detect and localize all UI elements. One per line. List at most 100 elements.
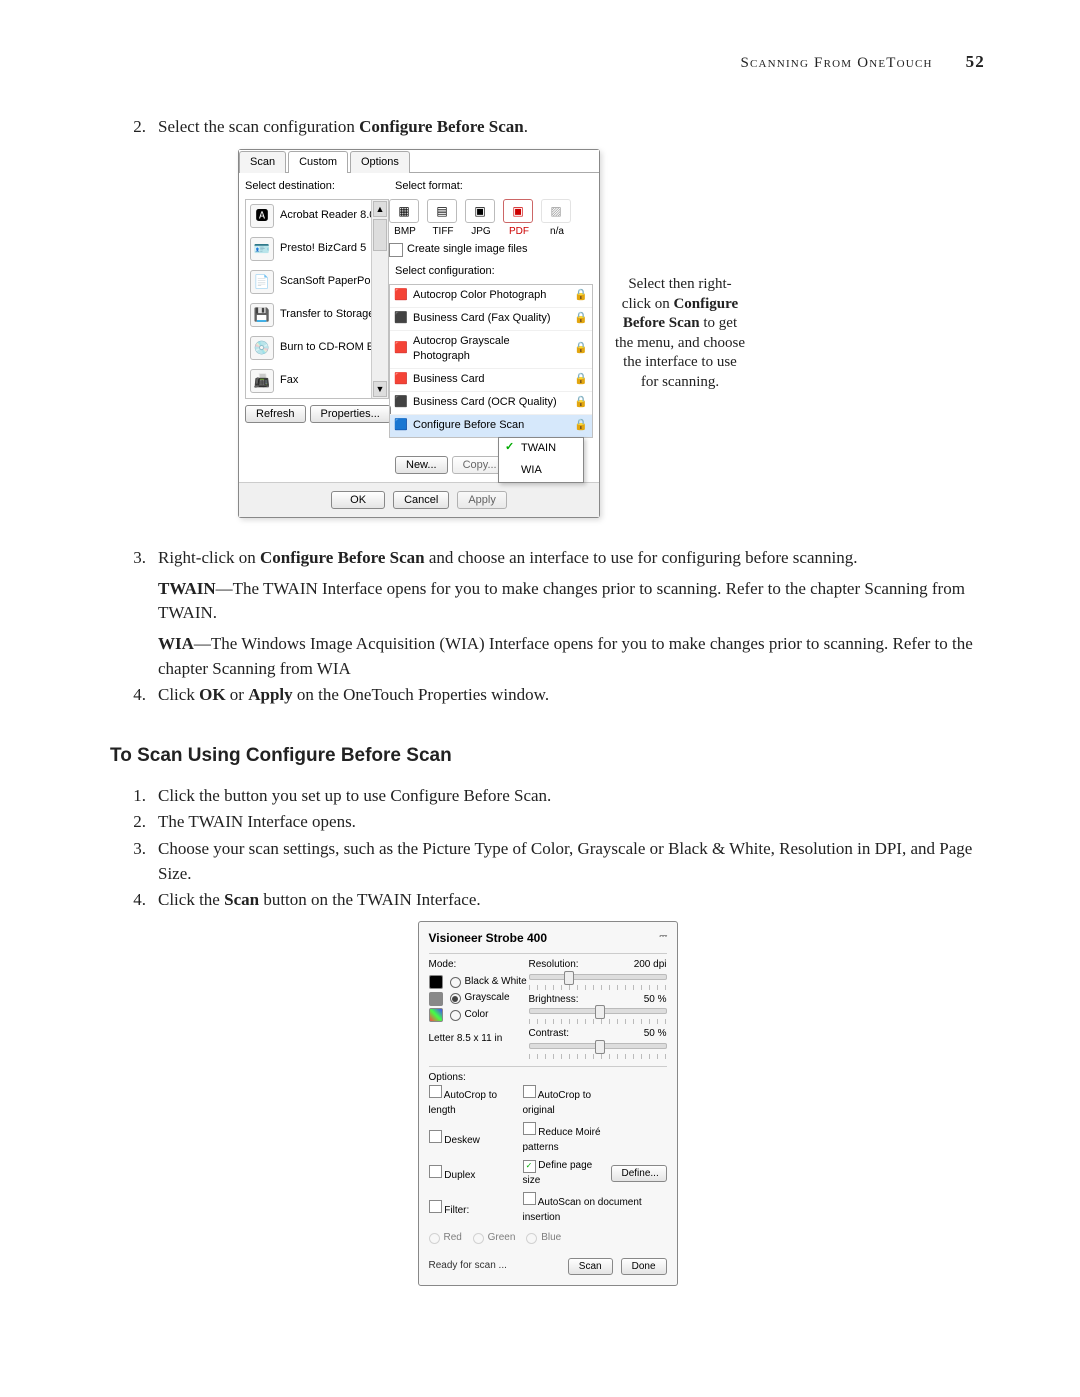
pdf-icon: 🅰 — [250, 204, 274, 228]
ss3-num: 3. — [110, 837, 158, 886]
config-item[interactable]: 🟥Autocrop Grayscale Photograph🔒 — [390, 331, 592, 370]
opt-autocrop-orig[interactable]: AutoCrop to original — [523, 1085, 611, 1118]
ss2: 2.The TWAIN Interface opens. — [110, 810, 985, 835]
opt-dpx: Duplex — [444, 1170, 475, 1181]
format-label: Select format: — [395, 179, 593, 195]
subheading: To Scan Using Configure Before Scan — [110, 742, 985, 770]
new-button[interactable]: New... — [395, 456, 448, 474]
opt-ats: AutoScan on document insertion — [523, 1197, 642, 1223]
status-text: Ready for scan ... — [429, 1259, 560, 1274]
opt-dsk: Deskew — [444, 1135, 480, 1146]
config-item[interactable]: 🟥Autocrop Color Photograph🔒 — [390, 285, 592, 308]
fmt-tiff: TIFF — [427, 225, 459, 240]
bmp-icon[interactable]: ▦ — [389, 199, 419, 223]
fax-icon: ⬛ — [394, 312, 408, 326]
step2-bold: Configure Before Scan — [359, 117, 524, 136]
opt-autocrop-len[interactable]: AutoCrop to length — [429, 1085, 523, 1118]
onetouch-dialog: Scan Custom Options Select destination: … — [238, 149, 600, 518]
scroll-down-icon[interactable]: ▼ — [373, 381, 387, 397]
config-item[interactable]: 🟥Business Card🔒 — [390, 369, 592, 392]
ss4-b: Scan — [224, 890, 259, 909]
step-3: 3. Right-click on Configure Before Scan … — [110, 546, 985, 681]
dest-label: Select destination: — [245, 179, 389, 195]
opt-filter[interactable]: Filter: — [429, 1200, 523, 1219]
tab-custom[interactable]: Custom — [288, 151, 348, 173]
cfg2: Autocrop Grayscale Photograph — [413, 334, 569, 366]
filter-green: Green — [473, 1231, 516, 1246]
ctx-twain[interactable]: TWAIN — [499, 438, 583, 460]
gray-icon: 🟥 — [394, 342, 408, 356]
twain-dialog: Visioneer Strobe 400⎓ Mode: Black & Whit… — [418, 921, 678, 1286]
config-list[interactable]: 🟥Autocrop Color Photograph🔒 ⬛Business Ca… — [389, 284, 593, 439]
contrast-slider[interactable] — [529, 1043, 667, 1049]
ss3: 3.Choose your scan settings, such as the… — [110, 837, 985, 886]
config-label: Select configuration: — [395, 264, 593, 280]
page-header: Scanning From OneTouch 52 — [110, 50, 985, 75]
mode-color[interactable]: Color — [429, 1008, 529, 1023]
bw-label: Black & White — [465, 975, 527, 990]
dest-item[interactable]: 🅰Acrobat Reader 8.0 — [246, 200, 388, 233]
mode-bw[interactable]: Black & White — [429, 975, 529, 990]
paper-size[interactable]: Letter 8.5 x 11 in — [429, 1032, 529, 1047]
storage-icon: 💾 — [250, 303, 274, 327]
properties-button[interactable]: Properties... — [310, 405, 391, 423]
tab-options[interactable]: Options — [350, 151, 410, 173]
ss4-c: button on the TWAIN Interface. — [259, 890, 481, 909]
scan-button[interactable]: Scan — [568, 1258, 613, 1275]
dest-label-3: Transfer to Storage — [280, 307, 374, 323]
s4-c: on the OneTouch Properties window. — [293, 685, 549, 704]
apply-button[interactable]: Apply — [457, 491, 507, 509]
destination-list[interactable]: 🅰Acrobat Reader 8.0 🪪Presto! BizCard 5 📄… — [245, 199, 389, 399]
opt-deskew[interactable]: Deskew — [429, 1130, 523, 1149]
ss1-text: Click the button you set up to use Confi… — [158, 784, 985, 809]
dest-item[interactable]: 💿Burn to CD-ROM E: — [246, 332, 388, 365]
single-image-checkbox[interactable]: Create single image files — [389, 242, 593, 258]
na-icon: ▨ — [541, 199, 571, 223]
s3-tt: —The TWAIN Interface opens for you to ma… — [158, 579, 965, 623]
color-icon — [429, 1008, 443, 1022]
jpg-icon[interactable]: ▣ — [465, 199, 495, 223]
step-4: 4. Click OK or Apply on the OneTouch Pro… — [110, 683, 985, 708]
tab-scan[interactable]: Scan — [239, 151, 286, 173]
ctx-wia[interactable]: WIA — [499, 460, 583, 482]
disc-icon: 💿 — [250, 336, 274, 360]
context-menu[interactable]: TWAIN WIA — [498, 437, 584, 483]
con-value: 50 % — [644, 1027, 667, 1042]
refresh-button[interactable]: Refresh — [245, 405, 306, 423]
config-item[interactable]: ⬛Business Card (Fax Quality)🔒 — [390, 308, 592, 331]
scroll-up-icon[interactable]: ▲ — [373, 201, 387, 217]
pdf-icon[interactable]: ▣ — [503, 199, 533, 223]
ok-button[interactable]: OK — [331, 491, 385, 509]
opt-define[interactable]: ✓ Define page size — [523, 1159, 611, 1188]
cancel-button[interactable]: Cancel — [393, 491, 449, 509]
ss3-text: Choose your scan settings, such as the P… — [158, 837, 985, 886]
opt-duplex[interactable]: Duplex — [429, 1165, 523, 1184]
lock-icon: 🔒 — [574, 418, 588, 434]
tiff-icon[interactable]: ▤ — [427, 199, 457, 223]
dest-item[interactable]: 💾 Transfer to Storage — [246, 299, 388, 332]
step2-pre: Select the scan configuration — [158, 117, 359, 136]
dest-item[interactable]: 📄ScanSoft PaperPort — [246, 266, 388, 299]
cfg4: Business Card (OCR Quality) — [413, 395, 557, 411]
config-item[interactable]: ⬛Business Card (OCR Quality)🔒 — [390, 392, 592, 415]
define-button[interactable]: Define... — [611, 1165, 667, 1182]
scroll-thumb[interactable] — [373, 219, 387, 251]
scrollbar[interactable]: ▲ ▼ — [371, 200, 388, 398]
done-button[interactable]: Done — [621, 1258, 667, 1275]
s4-a: Click — [158, 685, 199, 704]
s3-c: and choose an interface to use for confi… — [425, 548, 858, 567]
opt-moire[interactable]: Reduce Moiré patterns — [523, 1122, 611, 1155]
brightness-slider[interactable] — [529, 1008, 667, 1014]
s4-b1: OK — [199, 685, 225, 704]
dest-item[interactable]: 🪪Presto! BizCard 5 — [246, 233, 388, 266]
resolution-slider[interactable] — [529, 974, 667, 980]
opt-autoscan[interactable]: AutoScan on document insertion — [523, 1192, 667, 1225]
card-icon: 🟥 — [394, 373, 408, 387]
mode-gray[interactable]: Grayscale — [429, 991, 529, 1006]
config-item-selected[interactable]: 🟦Configure Before Scan🔒 TWAIN WIA — [390, 415, 592, 437]
ocr-icon: ⬛ — [394, 396, 408, 410]
filter-blue: Blue — [526, 1231, 561, 1246]
step-2: 2. Select the scan configuration Configu… — [110, 115, 985, 140]
dest-item[interactable]: 📠Fax — [246, 365, 388, 398]
dest-label-5: Fax — [280, 373, 298, 389]
